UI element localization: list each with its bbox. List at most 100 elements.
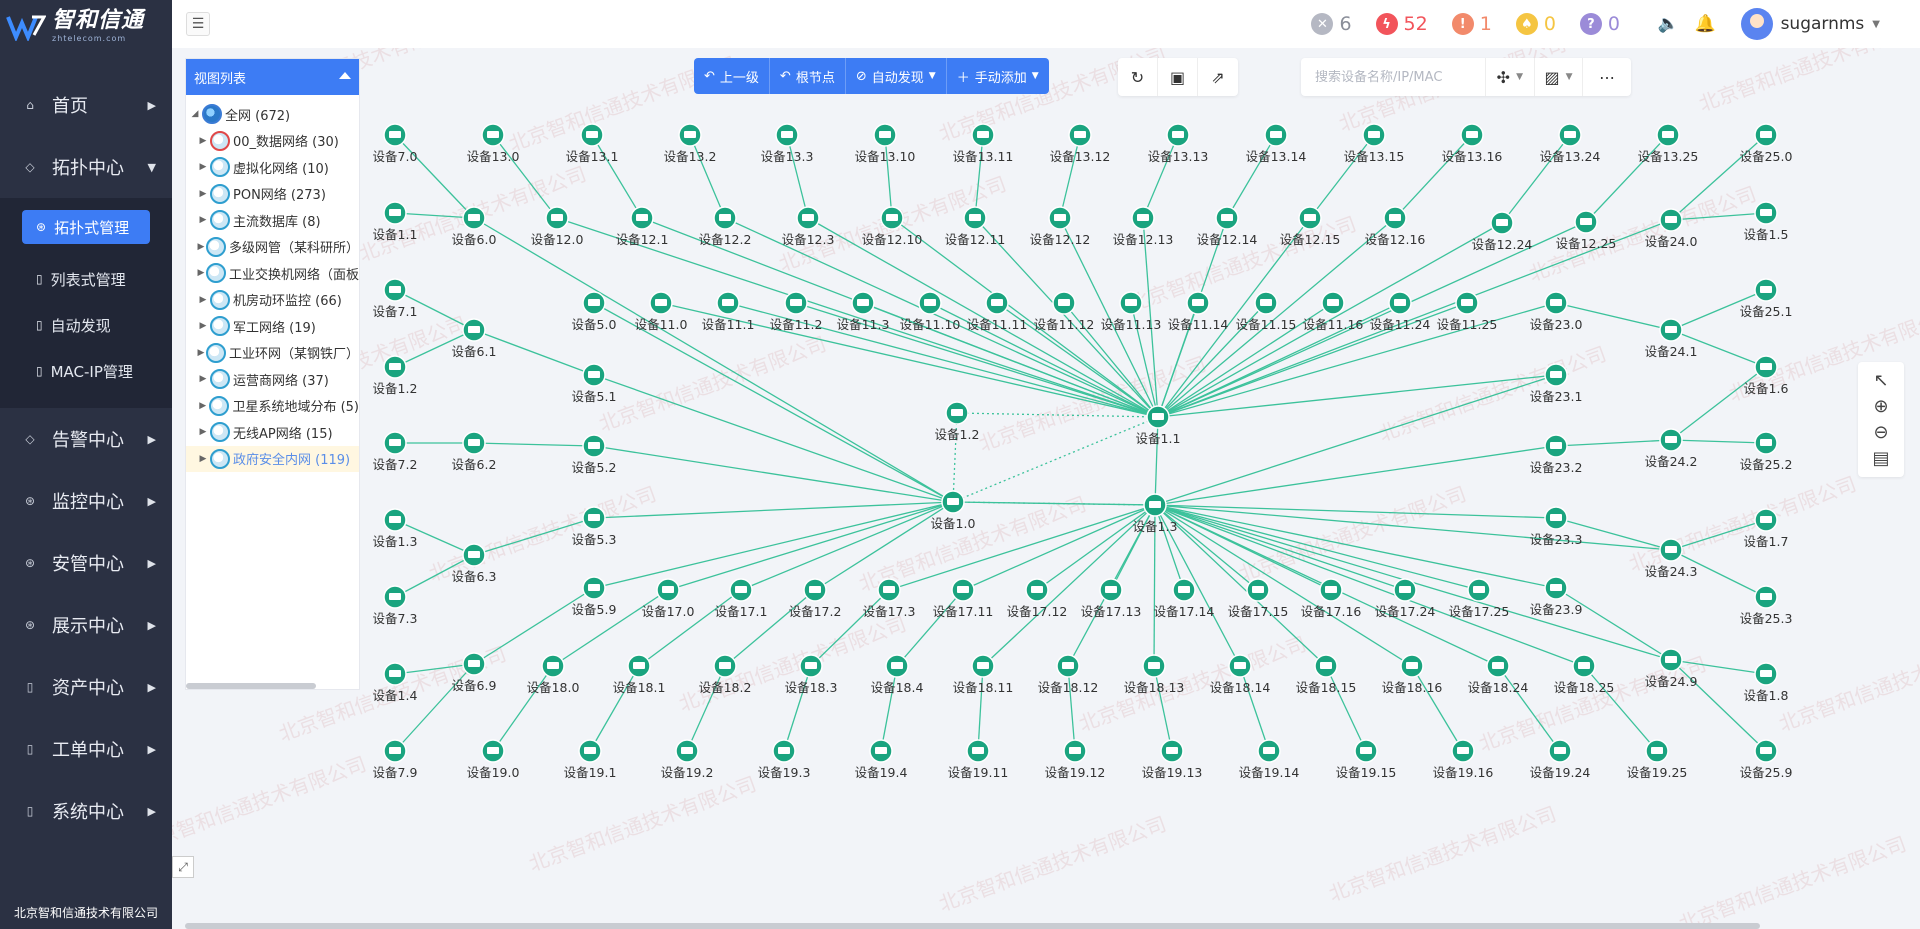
caret-down-icon: ▼ [928,71,936,81]
collapsed-triangle-icon[interactable]: ▶ [196,295,210,305]
tree-root[interactable]: ◢ 全网 (672) [186,101,359,128]
sub-item-topology-management[interactable]: ⊛ 拓扑式管理 [22,210,150,244]
save-button[interactable]: ▣ [1158,58,1198,96]
zoom-in-icon[interactable]: ⊕ [1873,396,1888,417]
layout-icon: ✣ [1496,67,1511,87]
nav-item-security[interactable]: ⊛ 安管中心 ▶ [0,532,172,594]
network-icon [205,236,226,257]
collapsed-triangle-icon[interactable]: ▶ [196,215,210,225]
more-button[interactable]: ⋯ [1582,58,1631,96]
collapsed-triangle-icon[interactable]: ▶ [196,136,210,146]
sub-item-mac-ip[interactable]: ▯ MAC-IP管理 [0,348,172,394]
sub-item-list-management[interactable]: ▯ 列表式管理 [0,256,172,302]
network-icon [210,210,230,231]
refresh-button[interactable]: ↻ [1118,58,1158,96]
export-button[interactable]: ⇗ [1198,58,1238,96]
collapsed-triangle-icon[interactable]: ▶ [196,268,206,278]
auto-discover-button[interactable]: ⊘ 自动发现 ▼ [846,58,947,94]
nav-label: 告警中心 [52,430,124,451]
tree-item[interactable]: ▶ 工业环网（某钢铁厂） [186,340,359,367]
expand-icon: ⤢ [178,859,188,874]
tree-label: 全网 (672) [225,108,291,124]
badge-unknown[interactable]: ? 0 [1579,13,1620,35]
bell-icon[interactable]: 🔔 [1695,14,1716,34]
tree-item[interactable]: ▶ PON网络 (273) [186,181,359,208]
badge-minor[interactable]: ♠ 0 [1515,13,1556,35]
minor-icon: ♠ [1515,13,1538,35]
nav-item-system[interactable]: ▯ 系统中心 ▶ [0,780,172,842]
search-input[interactable] [1315,69,1485,85]
up-level-button[interactable]: ↶ 上一级 [694,58,770,94]
badge-critical[interactable]: ϟ 52 [1375,13,1428,35]
major-icon: ! [1451,13,1474,35]
tree-item[interactable]: ▶ 军工网络 (19) [186,313,359,340]
plus-icon: ＋ [956,70,970,86]
nav-menu: ⌂ 首页 ▶ ◇ 拓扑中心 ▼ ⊛ 拓扑式管理 ▯ 列表式管理 ▯ 自动发现 ▯ [0,74,172,842]
watermark-text: 北京智和信通技术有限公司 [675,611,910,717]
topology-canvas[interactable]: 北京智和信通技术有限公司 北京智和信通技术有限公司 北京智和信通技术有限公司 北京智和… [172,48,1920,929]
nav-item-home[interactable]: ⌂ 首页 ▶ [0,74,172,136]
tree-item[interactable]: ▶ 卫星系统地域分布 (5) [186,393,359,420]
layout-button[interactable]: ✣ ▼ [1485,58,1534,96]
nav-label: 拓扑中心 [52,158,124,179]
view-list-title: 视图列表 [194,71,247,87]
panel-scrollbar[interactable] [186,683,316,689]
canvas-scrollbar[interactable] [185,923,1760,929]
nav-item-alarm[interactable]: ◇ 告警中心 ▶ [0,408,172,470]
root-node-button[interactable]: ↶ 根节点 [770,58,846,94]
tree-label: 政府安全内网 (119) [233,453,351,469]
view-list-header[interactable]: 视图列表 [186,59,359,95]
background-image-button[interactable]: ▨ ▼ [1533,58,1583,96]
zoom-out-icon[interactable]: ⊖ [1873,422,1888,443]
fit-page-icon[interactable]: ▤ [1872,448,1889,469]
collapsed-triangle-icon[interactable]: ▶ [196,242,206,252]
collapsed-triangle-icon[interactable]: ▶ [196,321,210,331]
collapsed-triangle-icon[interactable]: ▶ [196,427,210,437]
security-icon: ⊛ [24,556,36,570]
collapse-up-icon[interactable] [339,72,351,79]
cleared-icon: ✕ [1311,13,1334,35]
collapsed-triangle-icon[interactable]: ▶ [196,348,206,358]
fullscreen-button[interactable]: ⤢ [172,856,194,878]
brand-sub: zhtelecom.com [52,33,127,43]
image-icon: ▨ [1544,67,1560,87]
speaker-icon[interactable]: 🔈 [1658,14,1679,34]
undo-arrow-icon: ↶ [704,68,715,84]
tree-item[interactable]: ▶ 多级网管（某科研所） [186,234,359,261]
username: sugarnms [1780,14,1865,34]
user-menu[interactable]: sugarnms ▼ [1740,8,1880,40]
collapsed-triangle-icon[interactable]: ▶ [196,189,210,199]
tree-item[interactable]: ▶ 运营商网络 (37) [186,366,359,393]
collapsed-triangle-icon[interactable]: ▶ [196,454,210,464]
chevron-right-icon: ▶ [147,742,156,756]
expanded-triangle-icon[interactable]: ◢ [188,109,202,119]
menu-toggle-button[interactable]: ☰ [186,12,210,36]
tree-item[interactable]: ▶ 工业交换机网络（面板 [186,260,359,287]
avatar [1740,8,1773,40]
nav-item-ticket[interactable]: ▯ 工单中心 ▶ [0,718,172,780]
pointer-select-icon[interactable]: ↖ [1873,370,1888,391]
watermark-text: 北京智和信通技术有限公司 [1475,651,1710,757]
badge-major[interactable]: ! 1 [1451,13,1492,35]
collapsed-triangle-icon[interactable]: ▶ [196,401,209,411]
tree-item-selected[interactable]: ▶ 政府安全内网 (119) [186,445,359,472]
badge-cleared[interactable]: ✕ 6 [1311,13,1352,35]
tree-item[interactable]: ▶ 虚拟化网络 (10) [186,154,359,181]
undo-arrow-icon: ↶ [779,68,791,84]
nav-item-monitor[interactable]: ⊛ 监控中心 ▶ [0,470,172,532]
manual-add-button[interactable]: ＋ 手动添加 ▼ [947,58,1049,94]
nav-item-asset[interactable]: ▯ 资产中心 ▶ [0,656,172,718]
nav-item-display[interactable]: ⊛ 展示中心 ▶ [0,594,172,656]
collapsed-triangle-icon[interactable]: ▶ [196,162,210,172]
tree-item[interactable]: ▶ 无线AP网络 (15) [186,419,359,446]
collapsed-triangle-icon[interactable]: ▶ [196,374,210,384]
watermark-text: 北京智和信通技术有限公司 [1625,471,1860,577]
tree-item[interactable]: ▶ 主流数据库 (8) [186,207,359,234]
nav-item-topology[interactable]: ◇ 拓扑中心 ▼ [0,136,172,198]
tree-item[interactable]: ▶ 00_数据网络 (30) [186,128,359,155]
tree-label: 卫星系统地域分布 (5) [232,400,359,416]
chevron-right-icon: ▶ [147,556,156,570]
tree-item[interactable]: ▶ 机房动环监控 (66) [186,287,359,314]
nav-label: 系统中心 [52,802,124,823]
sub-item-auto-discover[interactable]: ▯ 自动发现 [0,302,172,348]
